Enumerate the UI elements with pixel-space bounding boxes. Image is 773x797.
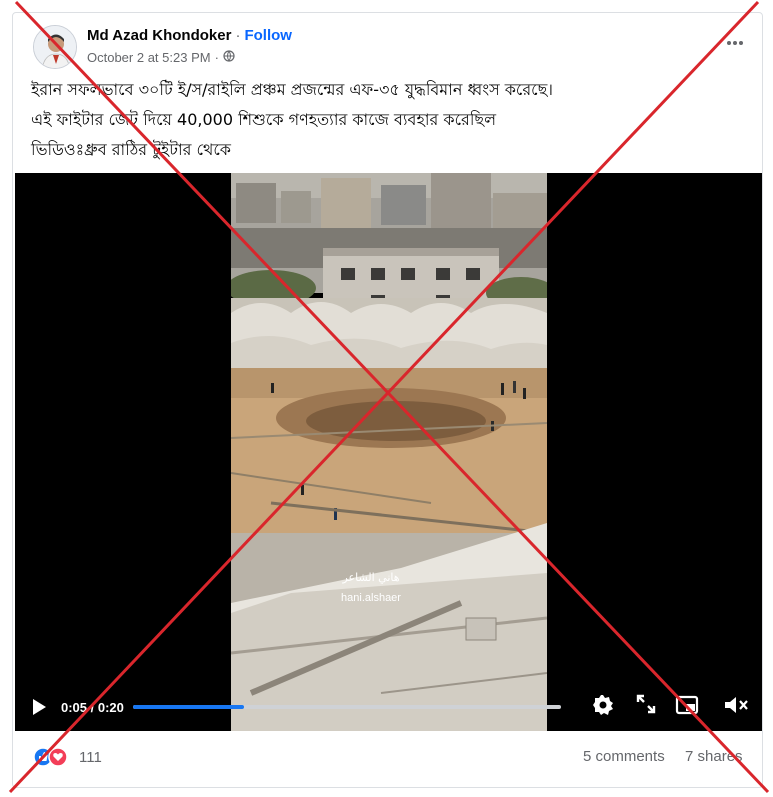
post-text-line: ভিডিওঃধ্রুব রাঠির টুইটার থেকে (31, 140, 231, 159)
mute-icon[interactable] (723, 693, 749, 722)
time-readout: 0:05 / 0:20 (61, 700, 124, 715)
progress-fill (133, 705, 245, 709)
post-text: ইরান সফলভাবে ৩০টি ই/স/রাইলি প্রঞ্চম প্রজ… (31, 75, 751, 165)
post-meta: October 2 at 5:23 PM · (87, 50, 235, 65)
video-scene: هاني الشاعر hani.alshaer (231, 173, 547, 731)
facebook-post: Md Azad Khondoker · Follow October 2 at … (12, 12, 763, 788)
post-stats: 111 5 comments 7 shares (13, 743, 762, 773)
globe-icon (223, 50, 235, 65)
post-text-line: ইরান সফলভাবে ৩০টি ই/স/রাইলি প্রঞ্চম প্রজ… (31, 80, 554, 99)
avatar[interactable] (33, 25, 77, 69)
current-time: 0:05 (61, 700, 88, 715)
follow-button[interactable]: Follow (244, 27, 292, 44)
watermark-latin: hani.alshaer (341, 592, 401, 604)
avatar-image (34, 26, 76, 68)
play-icon[interactable] (31, 698, 47, 721)
video-player[interactable]: هاني الشاعر hani.alshaer 0:05 / 0:20 (15, 173, 762, 731)
header-separator: · (235, 27, 241, 44)
author-name[interactable]: Md Azad Khondoker (87, 27, 231, 44)
video-frame: هاني الشاعر hani.alshaer (231, 173, 547, 731)
post-header: Md Azad Khondoker · Follow (87, 27, 292, 44)
watermark-arabic: هاني الشاعر (341, 571, 399, 584)
meta-separator: · (214, 50, 219, 65)
fullscreen-icon[interactable] (635, 693, 657, 720)
time-separator: / (87, 700, 98, 715)
picture-in-picture-icon[interactable] (675, 693, 699, 722)
more-options-icon[interactable] (726, 35, 744, 46)
post-timestamp[interactable]: October 2 at 5:23 PM (87, 50, 211, 65)
duration: 0:20 (97, 700, 124, 715)
post-text-line: এই ফাইটার জেট দিয়ে 40,000 শিশুকে গণহত্য… (31, 110, 497, 129)
settings-icon[interactable] (591, 693, 615, 722)
reaction-icons (33, 747, 68, 767)
reactions[interactable]: 111 (33, 747, 102, 767)
shares-count[interactable]: 7 shares (685, 748, 743, 765)
video-controls: 0:05 / 0:20 (15, 681, 762, 731)
comments-count[interactable]: 5 comments (583, 748, 665, 765)
progress-bar[interactable] (133, 705, 561, 709)
reaction-count[interactable]: 111 (79, 749, 102, 766)
